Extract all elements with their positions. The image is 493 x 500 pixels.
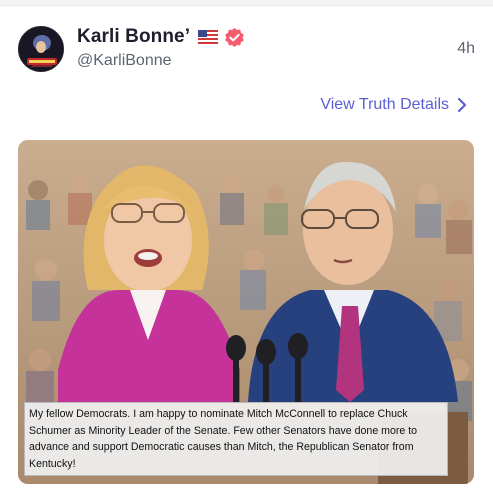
post-header: Karli Bonne’ @KarliBonne 4h [0, 22, 493, 78]
avatar-image [19, 27, 63, 71]
image-caption-box: My fellow Democrats. I am happy to nomin… [24, 402, 448, 476]
us-flag-icon [198, 30, 219, 44]
author-name-row: Karli Bonne’ [77, 26, 245, 48]
author-handle[interactable]: @KarliBonne [77, 52, 172, 70]
view-truth-details-label: View Truth Details [320, 96, 449, 113]
post-timestamp[interactable]: 4h [457, 40, 475, 58]
view-truth-details-link[interactable]: View Truth Details [320, 96, 467, 114]
post-media-image[interactable]: My fellow Democrats. I am happy to nomin… [18, 140, 474, 484]
author-display-name[interactable]: Karli Bonne’ [77, 26, 190, 48]
avatar[interactable] [18, 26, 64, 72]
chevron-right-icon [457, 97, 467, 113]
verified-badge-icon [224, 27, 245, 48]
top-divider [0, 0, 493, 6]
